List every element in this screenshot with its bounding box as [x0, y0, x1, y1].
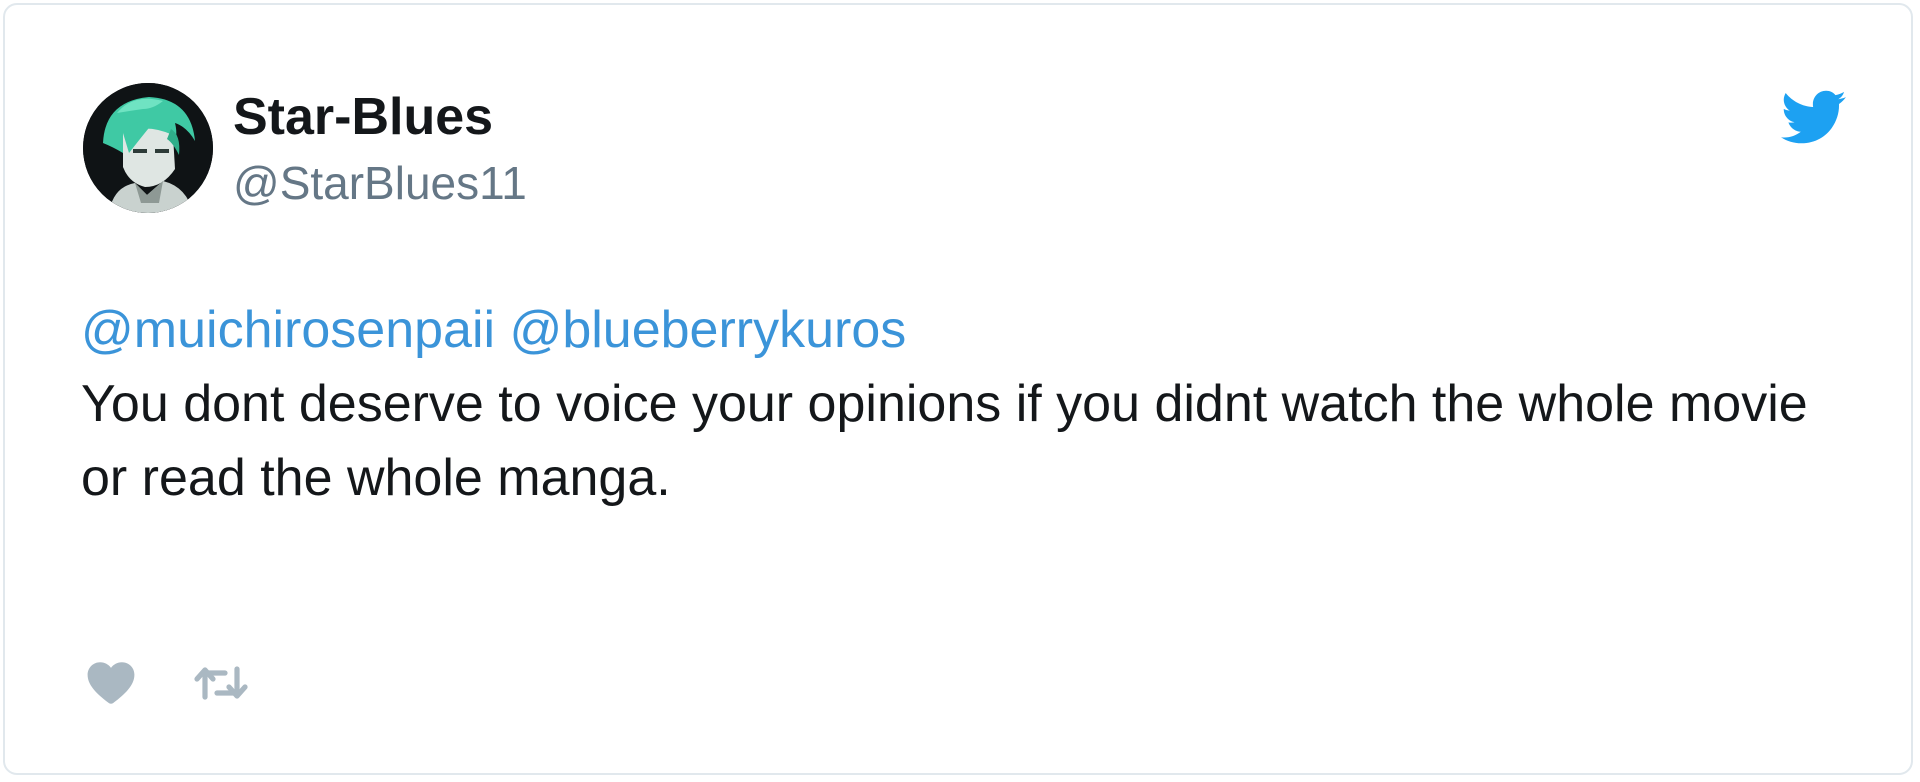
tweet-card: Star-Blues @StarBlues11 @muichirosenpaii… — [3, 3, 1913, 775]
mention-link[interactable]: @muichirosenpaii — [81, 301, 495, 359]
tweet-body: You dont deserve to voice your opinions … — [81, 375, 1808, 507]
author-handle[interactable]: @StarBlues11 — [233, 155, 527, 211]
author-display-name[interactable]: Star-Blues — [233, 87, 493, 147]
twitter-bird-icon[interactable] — [1781, 89, 1847, 147]
avatar-image — [83, 83, 213, 213]
mention-link[interactable]: @blueberrykuros — [510, 301, 907, 359]
tweet-text: @muichirosenpaii @blueberrykuros You don… — [81, 293, 1861, 515]
retweet-icon[interactable] — [193, 663, 249, 703]
mention-line: @muichirosenpaii @blueberrykuros — [81, 293, 1861, 367]
heart-icon[interactable] — [85, 657, 137, 709]
author-avatar[interactable] — [83, 83, 213, 213]
